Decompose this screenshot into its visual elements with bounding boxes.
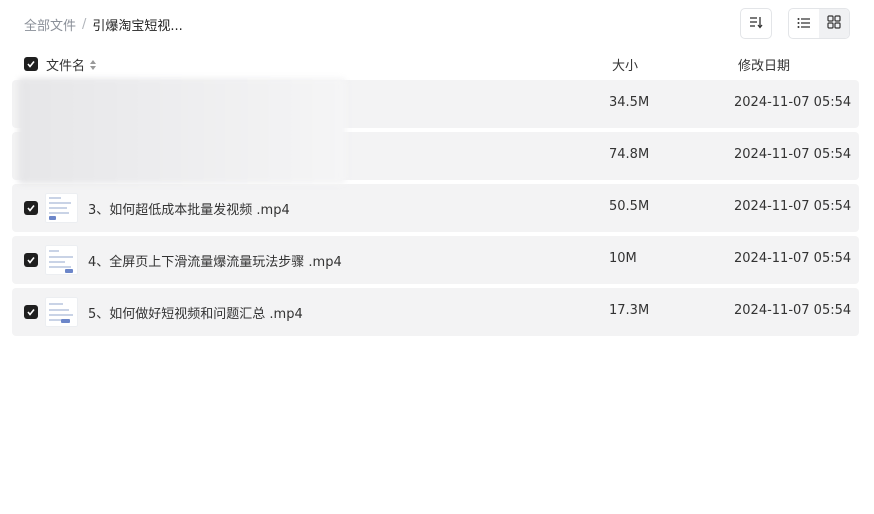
file-size: 10M [609, 251, 637, 266]
redaction-blur [18, 78, 346, 184]
select-all-checkbox[interactable] [24, 57, 38, 71]
check-icon [27, 309, 35, 316]
name-column-label: 文件名 [46, 59, 86, 74]
video-thumbnail [45, 193, 78, 223]
check-icon [27, 61, 35, 68]
breadcrumb-current-folder: 引爆淘宝短视... [92, 18, 183, 34]
sort-button[interactable] [740, 8, 772, 39]
check-icon [27, 205, 35, 212]
name-column-header[interactable]: 文件名 [46, 55, 98, 74]
file-size: 17.3M [609, 303, 650, 318]
file-row[interactable]: 3、如何超低成本批量发视频 .mp4 50.5M 2024-11-07 05:5… [12, 184, 859, 232]
breadcrumb: 全部文件 / 引爆淘宝短视... [24, 14, 183, 34]
breadcrumb-root-link[interactable]: 全部文件 [24, 15, 76, 34]
grid-view-icon [827, 14, 841, 33]
file-row[interactable]: 5、如何做好短视频和问题汇总 .mp4 17.3M 2024-11-07 05:… [12, 288, 859, 336]
file-date: 2024-11-07 05:54 [734, 95, 852, 110]
file-name[interactable]: 3、如何超低成本批量发视频 .mp4 [88, 199, 290, 218]
table-header: 文件名 大小 修改日期 [24, 54, 864, 74]
file-name[interactable]: 4、全屏页上下滑流量爆流量玩法步骤 .mp4 [88, 251, 342, 270]
file-size: 50.5M [609, 199, 650, 214]
row-checkbox[interactable] [24, 305, 38, 319]
list-view-button[interactable] [789, 9, 819, 38]
file-date: 2024-11-07 05:54 [734, 251, 852, 266]
sort-toggle-icon [90, 59, 97, 70]
file-size: 74.8M [609, 147, 650, 162]
view-toggle [788, 8, 850, 39]
breadcrumb-separator: / [82, 16, 87, 32]
video-thumbnail [45, 245, 78, 275]
file-name[interactable]: 5、如何做好短视频和问题汇总 .mp4 [88, 303, 303, 322]
file-date: 2024-11-07 05:54 [734, 199, 852, 214]
row-checkbox[interactable] [24, 253, 38, 267]
list-view-icon [797, 14, 811, 33]
file-row[interactable]: 4、全屏页上下滑流量爆流量玩法步骤 .mp4 10M 2024-11-07 05… [12, 236, 859, 284]
grid-view-button[interactable] [819, 9, 849, 38]
file-date: 2024-11-07 05:54 [734, 147, 852, 162]
file-date: 2024-11-07 05:54 [734, 303, 852, 318]
size-column-header[interactable]: 大小 [612, 55, 638, 74]
check-icon [27, 257, 35, 264]
date-column-header[interactable]: 修改日期 [738, 55, 790, 74]
file-size: 34.5M [609, 95, 650, 110]
sort-icon [749, 14, 763, 33]
row-checkbox[interactable] [24, 201, 38, 215]
video-thumbnail [45, 297, 78, 327]
